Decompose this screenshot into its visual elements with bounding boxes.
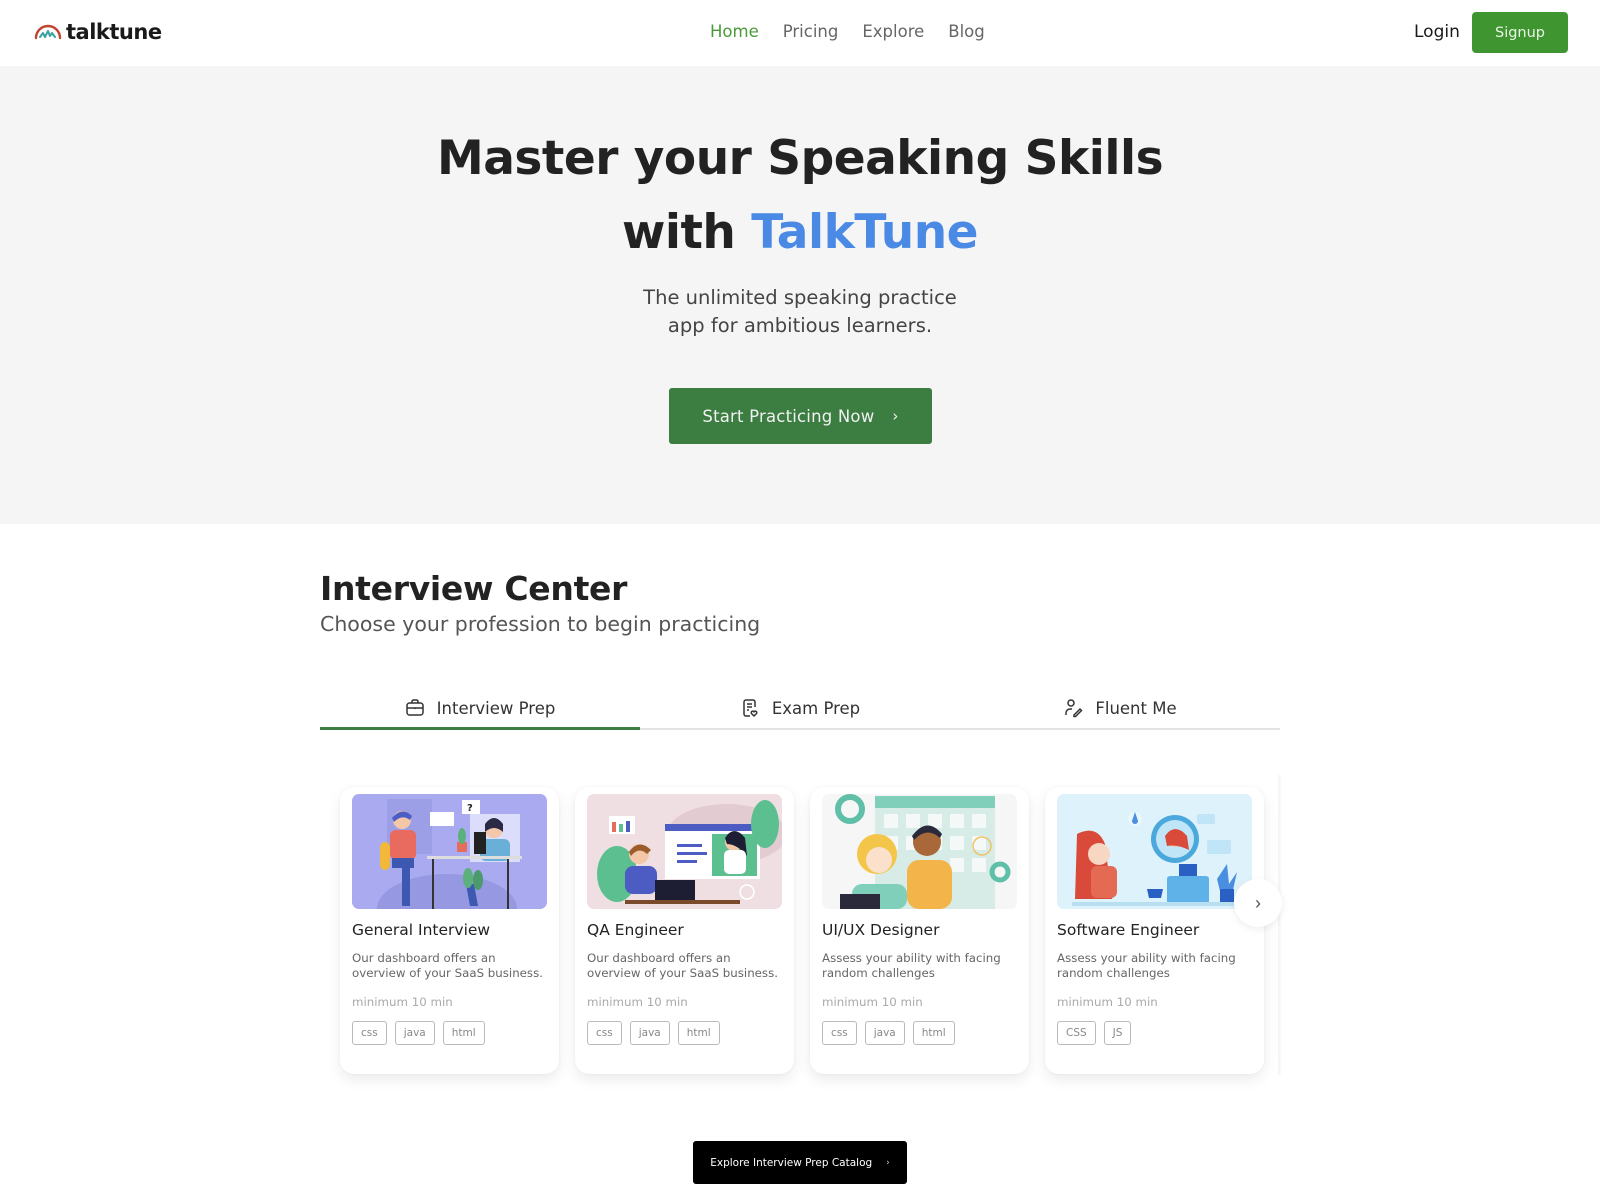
chevron-right-icon: › [1255,892,1261,913]
tag: java [629,1021,670,1045]
logo-icon [34,24,62,40]
prep-tabs: Interview Prep Exam Prep Fluent Me [320,688,1280,730]
card-title: Software Engineer [1057,921,1200,939]
tag: html [677,1021,720,1045]
video-call-illustration [587,794,782,909]
card-title: UI/UX Designer [822,921,940,939]
start-practicing-label: Start Practicing Now [702,406,875,426]
tag: css [352,1021,387,1045]
card-duration: minimum 10 min [587,995,688,1009]
exam-document-icon [743,699,758,718]
section-subtitle: Choose your profession to begin practici… [320,612,761,636]
calendar-meeting-illustration [822,794,1017,909]
next-card-peek [1278,775,1282,1075]
card-tags: CSS JS [1057,1021,1132,1045]
briefcase-icon [405,699,424,716]
hero-title: Master your Speaking Skills with TalkTun… [0,122,1600,270]
card-description: Assess your ability with facing random c… [822,951,1001,980]
profession-card-ui-ux-designer[interactable]: UI/UX Designer Assess your ability with … [810,787,1029,1074]
card-description: Assess your ability with facing random c… [1057,951,1236,980]
nav-link-pricing[interactable]: Pricing [783,22,839,41]
card-tags: css java html [352,1021,485,1045]
chevron-right-icon: › [886,1157,890,1168]
chevron-right-icon: › [892,407,899,425]
tab-exam-prep[interactable]: Exam Prep [640,688,960,728]
remote-support-illustration [1057,794,1252,909]
interview-illustration: ? [352,794,547,909]
tag: CSS [1057,1021,1096,1045]
tag: JS [1103,1021,1132,1045]
tag: java [394,1021,435,1045]
nav-link-explore[interactable]: Explore [862,22,924,41]
card-title: General Interview [352,921,491,939]
login-link[interactable]: Login [1414,22,1460,42]
hero-subtitle: The unlimited speaking practice app for … [0,284,1600,340]
carousel-next-button[interactable]: › [1234,879,1282,927]
profession-card-software-engineer[interactable]: Software Engineer Assess your ability wi… [1045,787,1264,1074]
tag: html [442,1021,485,1045]
card-description: Our dashboard offers an overview of your… [587,951,778,980]
user-pen-icon [1065,699,1083,718]
tab-label: Exam Prep [771,698,861,718]
tab-label: Fluent Me [1095,698,1177,718]
tag: css [822,1021,857,1045]
card-description: Our dashboard offers an overview of your… [352,951,543,980]
tag: java [864,1021,905,1045]
hero-subtitle-line2: app for ambitious learners. [667,314,933,337]
main-nav: Home Pricing Explore Blog [710,22,985,41]
hero-subtitle-line1: The unlimited speaking practice [643,286,957,309]
card-duration: minimum 10 min [1057,995,1158,1009]
start-practicing-button[interactable]: Start Practicing Now › [669,388,932,444]
nav-link-blog[interactable]: Blog [948,22,984,41]
logo[interactable]: talktune [33,20,162,44]
profession-card-general-interview[interactable]: ? General Interview Our dashboard offers… [340,787,559,1074]
hero-title-brand: TalkTune [751,205,979,260]
tag: html [912,1021,955,1045]
hero-section: Master your Speaking Skills with TalkTun… [0,66,1600,524]
logo-text: talktune [66,20,162,44]
profession-carousel: ? General Interview Our dashboard offers… [320,775,1282,1095]
card-duration: minimum 10 min [822,995,923,1009]
hero-title-line1: Master your Speaking Skills [436,131,1164,186]
tab-label: Interview Prep [436,698,556,718]
tab-fluent-me[interactable]: Fluent Me [960,688,1280,728]
profession-card-qa-engineer[interactable]: QA Engineer Our dashboard offers an over… [575,787,794,1074]
tag: css [587,1021,622,1045]
svg-text:?: ? [467,803,473,814]
hero-title-prefix: with [621,205,736,260]
card-duration: minimum 10 min [352,995,453,1009]
explore-catalog-label: Explore Interview Prep Catalog [710,1156,873,1169]
signup-button[interactable]: Signup [1472,12,1568,53]
card-tags: css java html [587,1021,720,1045]
card-title: QA Engineer [587,921,684,939]
explore-catalog-button[interactable]: Explore Interview Prep Catalog › [693,1141,907,1184]
nav-link-home[interactable]: Home [710,22,759,41]
section-title: Interview Center [320,569,628,608]
tab-interview-prep[interactable]: Interview Prep [320,688,640,730]
card-tags: css java html [822,1021,955,1045]
navbar: talktune Home Pricing Explore Blog Login… [0,0,1600,66]
